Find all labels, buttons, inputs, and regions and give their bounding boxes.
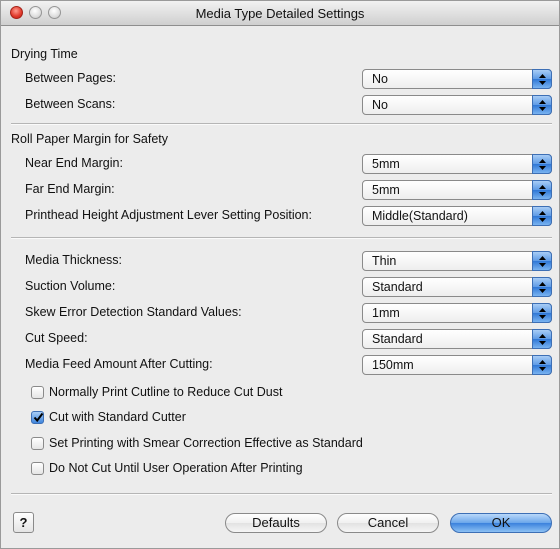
title-bar[interactable]: Media Type Detailed Settings bbox=[1, 1, 559, 26]
select-arrows-icon bbox=[532, 69, 552, 89]
cut-speed-label: Cut Speed: bbox=[25, 331, 88, 345]
media-thickness-value: Thin bbox=[372, 254, 397, 268]
do-not-cut-label: Do Not Cut Until User Operation After Pr… bbox=[49, 461, 303, 475]
standard-cutter-label: Cut with Standard Cutter bbox=[49, 410, 186, 424]
separator bbox=[11, 237, 552, 239]
cancel-button[interactable]: Cancel bbox=[337, 513, 439, 533]
far-end-margin-label: Far End Margin: bbox=[25, 182, 115, 196]
media-thickness-select[interactable]: Thin bbox=[362, 251, 552, 271]
between-scans-select[interactable]: No bbox=[362, 95, 552, 115]
checkbox-checked[interactable] bbox=[31, 411, 44, 424]
defaults-button[interactable]: Defaults bbox=[225, 513, 327, 533]
media-thickness-label: Media Thickness: bbox=[25, 253, 123, 267]
select-arrows-icon bbox=[532, 303, 552, 323]
skew-error-value: 1mm bbox=[372, 306, 400, 320]
cut-speed-value: Standard bbox=[372, 332, 423, 346]
skew-error-label: Skew Error Detection Standard Values: bbox=[25, 305, 242, 319]
printhead-height-value: Middle(Standard) bbox=[372, 209, 468, 223]
printhead-height-label: Printhead Height Adjustment Lever Settin… bbox=[25, 208, 312, 222]
cut-speed-select[interactable]: Standard bbox=[362, 329, 552, 349]
near-end-margin-select[interactable]: 5mm bbox=[362, 154, 552, 174]
ok-button[interactable]: OK bbox=[450, 513, 552, 533]
media-feed-select[interactable]: 150mm bbox=[362, 355, 552, 375]
drying-time-heading: Drying Time bbox=[11, 47, 78, 61]
near-end-margin-value: 5mm bbox=[372, 157, 400, 171]
between-scans-label: Between Scans: bbox=[25, 97, 116, 111]
printhead-height-select[interactable]: Middle(Standard) bbox=[362, 206, 552, 226]
select-arrows-icon bbox=[532, 251, 552, 271]
print-cutline-label: Normally Print Cutline to Reduce Cut Dus… bbox=[49, 385, 283, 399]
separator bbox=[11, 123, 552, 125]
smear-correction-label: Set Printing with Smear Correction Effec… bbox=[49, 436, 363, 450]
checkbox-unchecked[interactable] bbox=[31, 462, 44, 475]
between-pages-select[interactable]: No bbox=[362, 69, 552, 89]
between-scans-value: No bbox=[372, 98, 388, 112]
select-arrows-icon bbox=[532, 206, 552, 226]
help-button[interactable]: ? bbox=[13, 512, 34, 533]
suction-volume-label: Suction Volume: bbox=[25, 279, 116, 293]
suction-volume-select[interactable]: Standard bbox=[362, 277, 552, 297]
skew-error-select[interactable]: 1mm bbox=[362, 303, 552, 323]
select-arrows-icon bbox=[532, 154, 552, 174]
media-feed-value: 150mm bbox=[372, 358, 414, 372]
near-end-margin-label: Near End Margin: bbox=[25, 156, 123, 170]
far-end-margin-select[interactable]: 5mm bbox=[362, 180, 552, 200]
select-arrows-icon bbox=[532, 329, 552, 349]
suction-volume-value: Standard bbox=[372, 280, 423, 294]
far-end-margin-value: 5mm bbox=[372, 183, 400, 197]
between-pages-value: No bbox=[372, 72, 388, 86]
checkmark-icon bbox=[33, 412, 44, 423]
media-feed-label: Media Feed Amount After Cutting: bbox=[25, 357, 213, 371]
select-arrows-icon bbox=[532, 355, 552, 375]
between-pages-label: Between Pages: bbox=[25, 71, 117, 85]
dialog-window: Media Type Detailed Settings Drying Time… bbox=[0, 0, 560, 549]
select-arrows-icon bbox=[532, 95, 552, 115]
select-arrows-icon bbox=[532, 277, 552, 297]
checkbox-unchecked[interactable] bbox=[31, 437, 44, 450]
roll-paper-margin-heading: Roll Paper Margin for Safety bbox=[11, 132, 169, 146]
separator bbox=[11, 493, 552, 495]
window-title: Media Type Detailed Settings bbox=[195, 6, 365, 21]
checkbox-unchecked[interactable] bbox=[31, 386, 44, 399]
select-arrows-icon bbox=[532, 180, 552, 200]
